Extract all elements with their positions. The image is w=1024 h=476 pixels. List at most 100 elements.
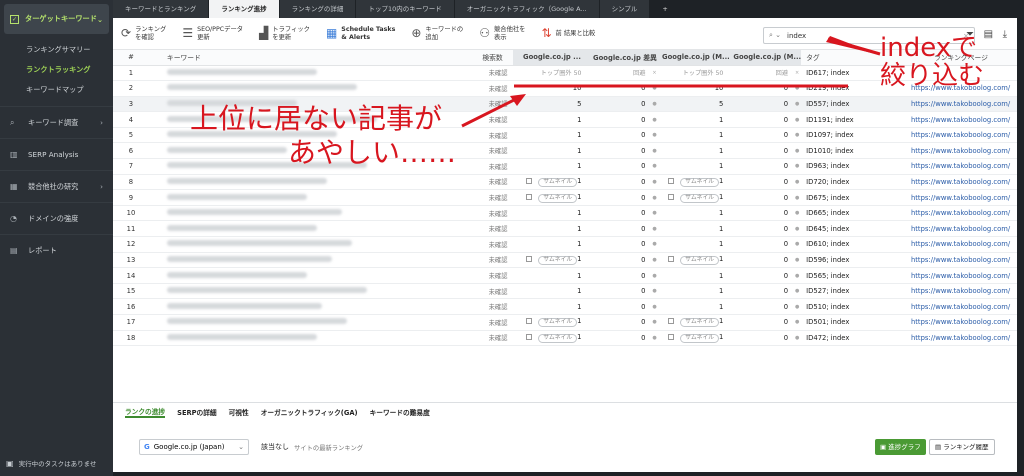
ranking-history-button[interactable]: ▤ ランキング履歴 (929, 439, 995, 455)
schedule-tasks-button[interactable]: ▦ Schedule Tasks & Alerts (326, 26, 395, 41)
thumbnail-chip[interactable]: サムネイル (538, 193, 578, 203)
keyword-cell[interactable] (148, 236, 473, 253)
sidebar-section-target-keywords[interactable]: ✓ ターゲットキーワード ⌄ (4, 4, 109, 34)
col-ranking-page[interactable]: ランキングページ (904, 50, 1017, 66)
keyword-cell[interactable] (148, 111, 473, 128)
thumbnail-chip[interactable]: サムネイル (538, 177, 578, 187)
tag-cell[interactable]: ID675; index (801, 189, 905, 206)
table-row[interactable]: 9 未確認 サムネイル 1 0 ● サムネイル 1 0 ● ID675; index https://… (113, 189, 1017, 206)
tag-cell[interactable]: ID219; index (801, 80, 905, 97)
ranking-page-link[interactable]: https://www.takoboolog.com/ (904, 174, 1017, 191)
tab-ranking-details[interactable]: ランキングの詳細 (279, 0, 356, 18)
thumbnail-chip[interactable]: サムネイル (680, 318, 720, 328)
ranking-page-link[interactable]: https://www.takoboolog.com/ (904, 96, 1017, 113)
tab-serp-details[interactable]: SERPの詳細 (177, 407, 217, 417)
keyword-cell[interactable] (148, 252, 473, 269)
columns-icon[interactable]: ▤ (984, 29, 993, 40)
keyword-cell[interactable] (148, 158, 473, 175)
ranking-page-link[interactable]: https://www.takoboolog.com/ (904, 142, 1017, 160)
keyword-cell[interactable] (148, 267, 473, 284)
keyword-cell[interactable] (148, 330, 473, 347)
thumbnail-chip[interactable]: サムネイル (680, 255, 720, 265)
tag-cell[interactable]: ID1097; index (801, 127, 905, 144)
thumbnail-chip[interactable]: サムネイル (538, 333, 578, 343)
check-rankings-button[interactable]: ⟳ ランキング を確認 (121, 26, 166, 41)
col-tag[interactable]: タグ (801, 50, 905, 66)
thumbnail-checkbox-icon[interactable] (526, 333, 533, 340)
table-row[interactable]: 12 未確認 1 0 ● 1 0 ● ID610; index https://www.takob… (113, 236, 1017, 253)
table-row[interactable]: 15 未確認 1 0 ● 1 0 ● ID527; index https://www.takob… (113, 283, 1017, 300)
filter-search-input[interactable]: ⌕ ⌄ index × (763, 27, 975, 44)
filter-icon[interactable]: ⏷ (966, 29, 974, 40)
thumbnail-checkbox-icon[interactable] (668, 318, 675, 325)
thumbnail-checkbox-icon[interactable] (668, 333, 675, 340)
tag-cell[interactable]: ID645; index (801, 220, 905, 238)
table-row[interactable]: 14 未確認 1 0 ● 1 0 ● ID565; index https://www.takob… (113, 267, 1017, 284)
show-competitors-button[interactable]: ⚇ 競合他社を 表示 (479, 26, 525, 41)
tab-rank-progress[interactable]: ランクの進捗 (125, 406, 166, 418)
tag-cell[interactable]: ID527; index (801, 283, 905, 300)
keyword-cell[interactable] (148, 220, 473, 238)
download-icon[interactable]: ⤓ (1003, 29, 1007, 40)
table-row[interactable]: 2 未確認 10 0 ● 10 0 ● ID219; index https://www.tako… (113, 80, 1017, 97)
thumbnail-checkbox-icon[interactable] (668, 193, 675, 200)
thumbnail-checkbox-icon[interactable] (668, 255, 675, 262)
sidebar-item-keyword-research[interactable]: ⌕ キーワード調査 › (0, 106, 113, 138)
table-row[interactable]: 6 未確認 1 0 ● 1 0 ● ID1010; index https://www.takob… (113, 142, 1017, 160)
tag-cell[interactable]: ID610; index (801, 236, 905, 253)
keyword-cell[interactable] (148, 65, 473, 82)
tab-keywords-rankings[interactable]: キーワードとランキング (113, 0, 209, 18)
thumbnail-chip[interactable]: サムネイル (680, 177, 720, 187)
tag-cell[interactable]: ID1191; index (801, 111, 905, 128)
sidebar-item-reports[interactable]: ▤ レポート (0, 234, 113, 266)
ranking-page-link[interactable]: https://www.takoboolog.com/ (904, 314, 1017, 331)
ranking-page-link[interactable]: https://www.takoboolog.com/ (904, 111, 1017, 128)
tag-cell[interactable]: ID501; index (801, 314, 905, 331)
table-row[interactable]: 10 未確認 1 0 ● 1 0 ● ID665; index https://www.takob… (113, 205, 1017, 222)
col-search-volume[interactable]: 検索数 (472, 50, 513, 66)
ranking-page-link[interactable]: https://www.takoboolog.com/ (904, 80, 1017, 97)
tag-cell[interactable]: ID617; index (801, 65, 905, 82)
sidebar-item-domain-strength[interactable]: ◔ ドメインの強度 (0, 202, 113, 234)
tab-keyword-difficulty[interactable]: キーワードの難易度 (370, 407, 430, 417)
ranking-page-link[interactable]: https://www.takoboolog.com/ (904, 220, 1017, 238)
thumbnail-chip[interactable]: サムネイル (680, 193, 720, 203)
keyword-cell[interactable] (148, 314, 473, 331)
tag-cell[interactable]: ID510; index (801, 298, 905, 315)
thumbnail-chip[interactable]: サムネイル (538, 255, 578, 265)
tag-cell[interactable]: ID565; index (801, 267, 905, 284)
tag-cell[interactable]: ID1010; index (801, 142, 905, 160)
col-google-rank[interactable]: Google.co.jp ... (512, 50, 592, 66)
table-row[interactable]: 18 未確認 サムネイル 1 0 ● サムネイル 1 0 ● ID472; index https:/… (113, 330, 1017, 347)
keyword-cell[interactable] (148, 283, 473, 300)
keyword-cell[interactable] (148, 142, 473, 160)
update-seo-ppc-button[interactable]: ☰ SEO/PPCデータ 更新 (182, 26, 243, 41)
ranking-page-link[interactable]: https://www.takoboolog.com/ (904, 252, 1017, 269)
add-tab-button[interactable]: + (650, 0, 679, 18)
task-status[interactable]: ▣ 実行中のタスクはありませ (6, 458, 109, 469)
keyword-cell[interactable] (148, 80, 473, 97)
sidebar-item-serp-analysis[interactable]: ▥ SERP Analysis (0, 138, 113, 170)
tag-cell[interactable]: ID557; index (801, 96, 905, 113)
ranking-page-link[interactable]: https://www.takoboolog.com/ (904, 330, 1017, 347)
keyword-cell[interactable] (148, 205, 473, 222)
tag-cell[interactable]: ID472; index (801, 330, 905, 347)
table-row[interactable]: 3 未確認 5 0 ● 5 0 ● ID557; index https://www.takobo… (113, 96, 1017, 113)
tab-simple[interactable]: シンプル (599, 0, 650, 18)
table-row[interactable]: 8 未確認 サムネイル 1 0 ● サムネイル 1 0 ● ID720; index https://… (113, 174, 1017, 191)
thumbnail-checkbox-icon[interactable] (526, 255, 533, 262)
tab-top10-keywords[interactable]: トップ10内のキーワード (356, 0, 454, 18)
thumbnail-chip[interactable]: サムネイル (680, 333, 720, 343)
table-row[interactable]: 11 未確認 1 0 ● 1 0 ● ID645; index https://www.takob… (113, 220, 1017, 238)
tab-visibility[interactable]: 可視性 (229, 407, 249, 417)
tag-cell[interactable]: ID665; index (801, 205, 905, 222)
tab-organic-traffic[interactable]: オーガニックトラフィック（Google A... (454, 0, 599, 18)
col-google-mobile-rank[interactable]: Google.co.jp (M... (658, 50, 734, 66)
table-row[interactable]: 5 未確認 1 0 ● 1 0 ● ID1097; index https://www.takob… (113, 127, 1017, 144)
tab-ranking-progress[interactable]: ランキング進捗 (209, 0, 279, 18)
ranking-page-link[interactable]: https://www.takoboolog.com/ (904, 283, 1017, 300)
tab-organic-traffic-ga[interactable]: オーガニックトラフィック(GA) (261, 407, 358, 417)
compare-results-button[interactable]: ⇅ 前 結果と比較 (541, 27, 595, 38)
col-google-mobile-diff[interactable]: Google.co.jp (M... (733, 50, 802, 66)
search-engine-select[interactable]: G Google.co.jp (Japan) ⌄ (139, 439, 249, 455)
